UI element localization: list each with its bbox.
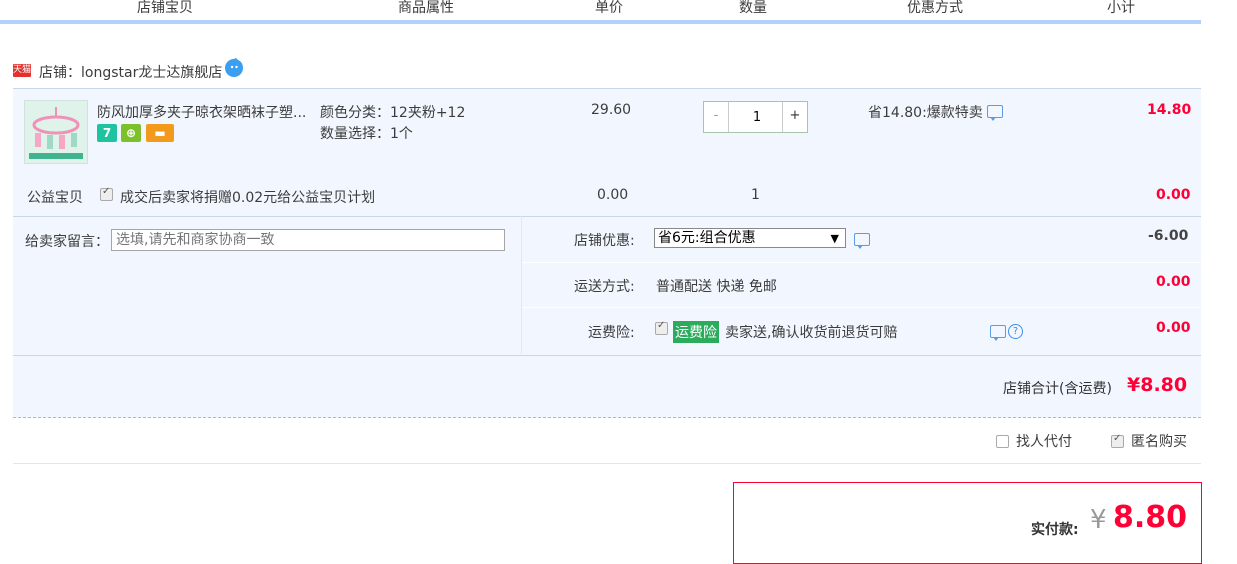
dropdown-arrow-icon: ▼	[830, 232, 839, 245]
col-price-header: 单价	[595, 0, 623, 16]
shipping-label: 运送方式:	[574, 279, 635, 295]
anonymous-label[interactable]: 匿名购买	[1131, 431, 1187, 451]
insurance-shield-icon[interactable]: ⊕	[121, 124, 141, 142]
anonymous-checkbox[interactable]	[1111, 433, 1124, 448]
quantity-stepper: - +	[703, 101, 808, 133]
increase-button[interactable]: +	[782, 102, 807, 132]
col-attr-header: 商品属性	[398, 0, 454, 16]
item-title[interactable]: 防风加厚多夹子晾衣架晒袜子塑...	[97, 102, 306, 122]
charity-label: 公益宝贝	[27, 190, 83, 206]
shop-total-amount: ¥8.80	[1127, 374, 1188, 396]
shipping-text: 普通配送 快递 免邮	[656, 279, 777, 295]
credit-card-icon[interactable]: ▬	[146, 124, 174, 142]
product-thumbnail[interactable]	[24, 100, 88, 164]
col-discount-header: 优惠方式	[907, 0, 963, 16]
item-attr-color: 颜色分类：12夹粉+12	[320, 105, 466, 121]
item-subtotal: 14.80	[1147, 102, 1192, 118]
insurance-checkbox	[655, 320, 668, 335]
table-header: 店铺宝贝 商品属性 单价 数量 优惠方式 小计	[0, 0, 1201, 24]
proxy-pay-checkbox[interactable]	[996, 435, 1009, 448]
discount-chat-icon[interactable]	[987, 105, 1003, 121]
hanger-image-icon	[25, 101, 87, 163]
tmall-badge: 天猫	[13, 64, 32, 77]
insurance-text: 卖家送,确认收货前退货可赔	[725, 325, 898, 341]
quantity-input[interactable]	[729, 102, 785, 132]
insurance-amount: 0.00	[1156, 320, 1191, 336]
item-price: 29.60	[591, 102, 632, 118]
shop-discount-label: 店铺优惠:	[574, 233, 635, 249]
proxy-pay-label[interactable]: 找人代付	[1016, 431, 1072, 451]
charity-subtotal: 0.00	[1156, 187, 1191, 203]
shop-total-label: 店铺合计(含运费)	[1003, 381, 1112, 397]
payment-label: 实付款:	[1031, 522, 1079, 538]
shop-name[interactable]: 店铺：longstar龙士达旗舰店	[39, 62, 222, 82]
shop-discount-selected: 省6元:组合优惠	[658, 230, 756, 246]
payment-currency: ¥	[1090, 505, 1107, 535]
charity-text: 成交后卖家将捐赠0.02元给公益宝贝计划	[120, 190, 376, 206]
shipping-amount: 0.00	[1156, 274, 1191, 290]
shop-discount-amount: -6.00	[1148, 228, 1189, 244]
message-label: 给卖家留言：	[25, 234, 109, 250]
col-subtotal-header: 小计	[1107, 0, 1135, 16]
col-item-header: 店铺宝贝	[137, 0, 193, 16]
insurance-label: 运费险:	[588, 325, 635, 341]
col-qty-header: 数量	[739, 0, 767, 16]
charity-price: 0.00	[597, 187, 629, 203]
help-question-icon[interactable]: ?	[1008, 324, 1023, 339]
insurance-chat-icon[interactable]	[990, 325, 1006, 341]
shop-discount-chat-icon[interactable]	[854, 233, 870, 249]
wangwang-chat-icon[interactable]	[224, 58, 244, 78]
item-discount: 省14.80:爆款特卖	[868, 105, 983, 121]
item-attr-qty: 数量选择：1个	[320, 126, 413, 142]
payment-amount: 8.80	[1113, 500, 1188, 535]
charity-qty: 1	[751, 187, 760, 203]
seven-day-return-icon[interactable]: 7	[97, 124, 117, 142]
charity-checkbox	[100, 186, 113, 201]
message-input[interactable]	[111, 229, 505, 251]
decrease-button[interactable]: -	[704, 102, 729, 132]
insurance-tag: 运费险	[673, 321, 719, 343]
shop-discount-select[interactable]: 省6元:组合优惠 ▼	[654, 228, 846, 248]
